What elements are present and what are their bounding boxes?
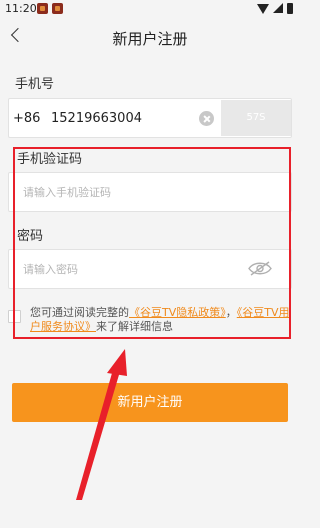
signal-icon — [273, 3, 283, 13]
send-code-button[interactable]: 57S — [221, 100, 291, 136]
phone-number-value[interactable]: 15219663004 — [51, 111, 142, 126]
status-time: 11:20 — [5, 2, 37, 15]
country-code[interactable]: +86 — [13, 111, 40, 126]
battery-icon — [287, 3, 293, 14]
page-title: 新用户注册 — [112, 30, 188, 48]
highlight-box — [13, 147, 291, 339]
wifi-icon — [257, 4, 269, 14]
app-notification-icon — [52, 3, 63, 14]
app-notification-icon — [37, 3, 48, 14]
clear-icon[interactable] — [199, 111, 214, 126]
register-button[interactable]: 新用户注册 — [12, 383, 288, 422]
phone-label: 手机号 — [15, 77, 55, 92]
